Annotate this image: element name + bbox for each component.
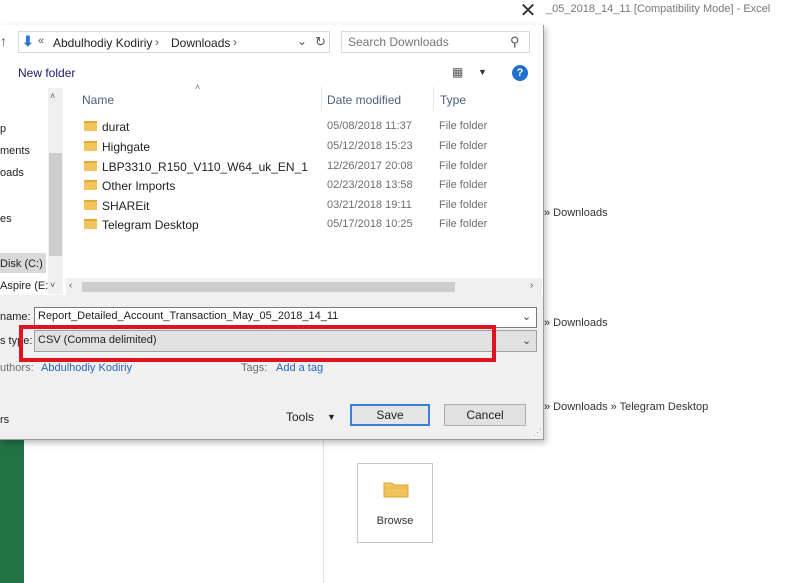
search-input[interactable] bbox=[348, 35, 498, 49]
file-name: SHAREit bbox=[102, 199, 150, 213]
nav-scroll-down-icon[interactable]: ˅ bbox=[50, 280, 55, 290]
nav-item-local-disk-c[interactable]: Disk (C:) bbox=[0, 258, 43, 270]
nav-item-aspire-e[interactable]: Aspire (E:) bbox=[0, 280, 52, 292]
nav-scrollbar-thumb[interactable] bbox=[49, 153, 62, 256]
nav-item-desktop[interactable]: p bbox=[0, 123, 6, 135]
recent-location[interactable]: » Downloads bbox=[544, 207, 608, 219]
hide-folders-toggle[interactable]: rs bbox=[0, 414, 9, 426]
file-type: File folder bbox=[439, 140, 488, 152]
help-icon[interactable]: ? bbox=[512, 65, 528, 81]
column-header-date[interactable]: Date modified bbox=[327, 93, 401, 107]
add-tag-link[interactable]: Add a tag bbox=[276, 362, 323, 374]
new-folder-button[interactable]: New folder bbox=[18, 66, 75, 80]
file-row[interactable]: durat 05/08/2018 11:37 File folder bbox=[84, 117, 524, 137]
folder-icon bbox=[84, 219, 97, 229]
breadcrumb-separator-icon[interactable]: › bbox=[155, 35, 159, 49]
authors-value[interactable]: Abdulhodiy Kodiriy bbox=[41, 362, 132, 374]
file-name-dropdown-icon[interactable]: ⌄ bbox=[522, 310, 531, 323]
highlight-box bbox=[19, 325, 496, 362]
window-title: _05_2018_14_11 [Compatibility Mode] - Ex… bbox=[546, 3, 771, 15]
folder-icon bbox=[84, 161, 97, 171]
nav-item-documents[interactable]: ments bbox=[0, 145, 30, 157]
recent-location[interactable]: » Downloads » Telegram Desktop bbox=[544, 401, 708, 413]
file-date: 05/08/2018 11:37 bbox=[327, 120, 412, 132]
recent-location[interactable]: » Downloads bbox=[544, 317, 608, 329]
excel-sidebar bbox=[0, 430, 24, 583]
resize-grip-icon[interactable]: ⋰ bbox=[533, 427, 542, 438]
tools-dropdown-icon[interactable]: ▼ bbox=[327, 412, 336, 422]
close-window-button[interactable]: ✕ bbox=[516, 0, 540, 24]
file-type: File folder bbox=[439, 218, 488, 230]
save-as-type-dropdown-icon[interactable]: ⌄ bbox=[522, 334, 531, 347]
breadcrumb-downloads[interactable]: Downloads bbox=[171, 36, 230, 50]
browse-button[interactable]: Browse bbox=[357, 463, 433, 543]
save-as-dialog: ↑ ⬇ « Abdulhodiy Kodiriy › Downloads › ⌄… bbox=[0, 25, 544, 440]
nav-item-pictures[interactable]: es bbox=[0, 213, 12, 225]
column-divider[interactable] bbox=[433, 87, 434, 111]
file-date: 05/17/2018 10:25 bbox=[327, 218, 413, 230]
backstage-divider bbox=[323, 440, 324, 583]
file-name: LBP3310_R150_V110_W64_uk_EN_1 bbox=[102, 160, 308, 174]
authors-label: uthors: bbox=[0, 362, 34, 374]
nav-scroll-up-icon[interactable]: ˄ bbox=[50, 91, 55, 101]
file-date: 02/23/2018 13:58 bbox=[327, 179, 413, 191]
horizontal-scrollbar-thumb[interactable] bbox=[82, 282, 455, 292]
file-name: Telegram Desktop bbox=[102, 218, 199, 232]
scroll-right-icon[interactable]: › bbox=[530, 280, 533, 291]
view-options-icon[interactable]: ▦ bbox=[452, 65, 463, 79]
search-icon[interactable]: ⚲ bbox=[510, 34, 520, 50]
column-header-name[interactable]: Name bbox=[82, 93, 114, 107]
file-name: durat bbox=[102, 120, 130, 134]
folder-icon bbox=[84, 121, 97, 131]
folder-icon bbox=[84, 180, 97, 190]
breadcrumb-user[interactable]: Abdulhodiy Kodiriy bbox=[53, 36, 152, 50]
address-dropdown-icon[interactable]: ⌄ bbox=[297, 34, 307, 48]
file-type: File folder bbox=[439, 179, 488, 191]
nav-item-downloads[interactable]: oads bbox=[0, 167, 24, 179]
column-header-type[interactable]: Type bbox=[440, 93, 466, 107]
file-type: File folder bbox=[439, 199, 488, 211]
download-folder-icon: ⬇ bbox=[22, 33, 34, 49]
column-divider[interactable] bbox=[321, 87, 322, 111]
refresh-icon[interactable]: ↻ bbox=[315, 34, 326, 50]
breadcrumb-separator-icon[interactable]: › bbox=[233, 35, 237, 49]
file-row[interactable]: SHAREit 03/21/2018 19:11 File folder bbox=[84, 196, 524, 216]
folder-icon bbox=[383, 482, 409, 498]
folder-icon bbox=[84, 200, 97, 210]
scroll-left-icon[interactable]: ‹ bbox=[69, 280, 72, 291]
overflow-chevron-icon[interactable]: « bbox=[38, 35, 44, 47]
file-date: 03/21/2018 19:11 bbox=[327, 199, 412, 211]
cancel-button[interactable]: Cancel bbox=[444, 404, 526, 426]
address-bar[interactable]: ⬇ « Abdulhodiy Kodiriy › Downloads › ⌄ ↻ bbox=[18, 31, 330, 53]
file-name: Other Imports bbox=[102, 179, 176, 193]
save-button[interactable]: Save bbox=[350, 404, 430, 426]
tools-button[interactable]: Tools bbox=[286, 410, 314, 424]
file-row[interactable]: Highgate 05/12/2018 15:23 File folder bbox=[84, 137, 524, 157]
browse-label: Browse bbox=[376, 515, 414, 527]
file-date: 05/12/2018 15:23 bbox=[327, 140, 413, 152]
file-name: Highgate bbox=[102, 140, 151, 154]
folder-icon bbox=[84, 141, 97, 151]
file-date: 12/26/2017 20:08 bbox=[327, 160, 413, 172]
file-type: File folder bbox=[439, 120, 488, 132]
tags-label: Tags: bbox=[241, 362, 268, 374]
view-dropdown-icon[interactable]: ▼ bbox=[478, 67, 487, 77]
file-row[interactable]: Telegram Desktop 05/17/2018 10:25 File f… bbox=[84, 215, 524, 235]
search-box[interactable]: ⚲ bbox=[341, 31, 530, 53]
file-row[interactable]: Other Imports 02/23/2018 13:58 File fold… bbox=[84, 176, 524, 196]
file-name-label: name: bbox=[0, 311, 31, 323]
sort-ascending-icon: ˄ bbox=[195, 82, 201, 92]
up-folder-button[interactable]: ↑ bbox=[0, 33, 7, 49]
file-row[interactable]: LBP3310_R150_V110_W64_uk_EN_1 12/26/2017… bbox=[84, 157, 524, 177]
file-type: File folder bbox=[439, 160, 488, 172]
file-name-input[interactable] bbox=[38, 310, 508, 322]
